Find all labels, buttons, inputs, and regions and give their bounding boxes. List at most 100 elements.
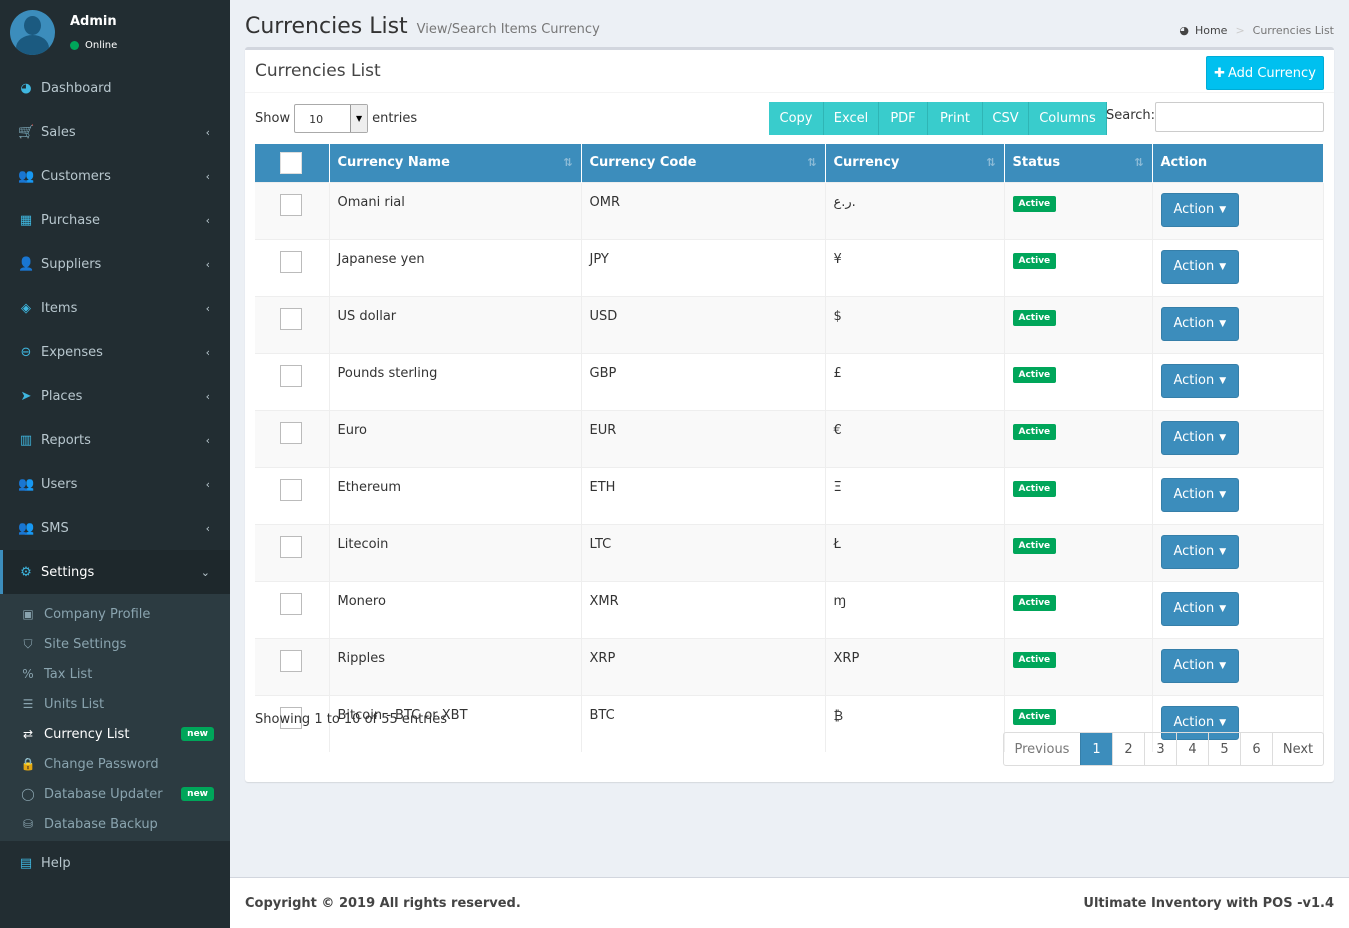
col-currency-name[interactable]: Currency Name ⇅ <box>329 144 582 182</box>
page-3-button[interactable]: 3 <box>1144 733 1176 765</box>
currency-code-cell: XRP <box>581 637 826 695</box>
col-status[interactable]: Status ⇅ <box>1004 144 1153 182</box>
sidebar-item-purchase[interactable]: ▦ Purchase ‹ <box>0 198 230 242</box>
action-dropdown-button[interactable]: Action ▼ <box>1160 363 1240 398</box>
sidebar-item-label: Tax List <box>44 666 93 682</box>
sidebar-item-places[interactable]: ➤ Places ‹ <box>0 374 230 418</box>
currency-code-cell: OMR <box>581 181 826 239</box>
caret-down-icon: ▼ <box>1219 546 1227 557</box>
table-row: Monero XMR ɱ Active Action ▼ <box>255 580 1324 638</box>
caret-down-icon: ▼ <box>1219 603 1227 614</box>
sidebar-item-tax-list[interactable]: % Tax List <box>0 659 230 689</box>
status-badge: Active <box>1012 195 1057 212</box>
entries-select[interactable]: 10 ▼ <box>294 104 369 133</box>
sidebar-item-sms[interactable]: 👥 SMS ‹ <box>0 506 230 550</box>
page-6-button[interactable]: 6 <box>1240 733 1272 765</box>
action-dropdown-button[interactable]: Action ▼ <box>1160 420 1240 455</box>
select-all-header <box>255 144 330 182</box>
page-next-button[interactable]: Next <box>1272 733 1323 765</box>
page-4-button[interactable]: 4 <box>1176 733 1208 765</box>
currency-name-cell: Pounds sterling <box>329 352 582 410</box>
action-cell: Action ▼ <box>1152 523 1324 581</box>
sidebar-item-company-profile[interactable]: ▣ Company Profile <box>0 599 230 629</box>
sidebar-item-dashboard[interactable]: ◕ Dashboard <box>0 66 230 110</box>
sidebar-item-units-list[interactable]: ☰ Units List <box>0 689 230 719</box>
action-dropdown-button[interactable]: Action ▼ <box>1160 648 1240 683</box>
sidebar-item-label: Site Settings <box>44 636 127 652</box>
status-badge: Active <box>1012 480 1057 497</box>
status-badge: Active <box>1012 651 1057 668</box>
action-dropdown-button[interactable]: Action ▼ <box>1160 477 1240 512</box>
sidebar-item-items[interactable]: ◈ Items ‹ <box>0 286 230 330</box>
action-dropdown-button[interactable]: Action ▼ <box>1160 192 1240 227</box>
table-row: Ripples XRP XRP Active Action ▼ <box>255 637 1324 695</box>
sidebar-item-suppliers[interactable]: 👤 Suppliers ‹ <box>0 242 230 286</box>
sidebar-item-label: Units List <box>44 696 105 712</box>
table-row: Pounds sterling GBP £ Active Action ▼ <box>255 352 1324 410</box>
sidebar-item-change-password[interactable]: 🔒 Change Password <box>0 749 230 779</box>
export-buttons: Copy Excel PDF Print CSV Columns <box>769 102 1107 135</box>
export-csv-button[interactable]: CSV <box>983 102 1029 135</box>
table-header-row: Currency Name ⇅ Currency Code ⇅ Currency ⇅ … <box>255 144 1324 182</box>
sidebar-item-settings[interactable]: ⚙ Settings ⌄ <box>0 550 230 594</box>
page-2-button[interactable]: 2 <box>1112 733 1144 765</box>
box-title: Currencies List <box>255 61 381 81</box>
row-checkbox[interactable] <box>280 478 302 501</box>
select-all-checkbox[interactable] <box>280 151 302 174</box>
col-currency[interactable]: Currency ⇅ <box>825 144 1005 182</box>
search-input[interactable] <box>1155 102 1324 132</box>
export-pdf-button[interactable]: PDF <box>879 102 928 135</box>
row-checkbox[interactable] <box>280 649 302 672</box>
action-dropdown-button[interactable]: Action ▼ <box>1160 591 1240 626</box>
action-cell: Action ▼ <box>1152 637 1324 695</box>
currency-name-cell: Monero <box>329 580 582 638</box>
currency-name-cell: Ripples <box>329 637 582 695</box>
add-currency-button[interactable]: ✚ Add Currency <box>1206 56 1324 90</box>
export-print-button[interactable]: Print <box>928 102 983 135</box>
row-checkbox[interactable] <box>280 307 302 330</box>
action-dropdown-button[interactable]: Action ▼ <box>1160 534 1240 569</box>
sidebar-item-users[interactable]: 👥 Users ‹ <box>0 462 230 506</box>
row-select-cell <box>255 352 330 410</box>
caret-down-icon: ▼ <box>1219 489 1227 500</box>
action-dropdown-button[interactable]: Action ▼ <box>1160 249 1240 284</box>
box-divider <box>245 92 1334 93</box>
page-1-button[interactable]: 1 <box>1080 733 1112 765</box>
chevron-left-icon: ‹ <box>205 345 210 359</box>
grid-icon: ▦ <box>19 212 33 228</box>
sidebar-item-expenses[interactable]: ⊖ Expenses ‹ <box>0 330 230 374</box>
row-checkbox[interactable] <box>280 592 302 615</box>
row-checkbox[interactable] <box>280 535 302 558</box>
export-excel-button[interactable]: Excel <box>824 102 879 135</box>
status-cell: Active <box>1004 238 1153 296</box>
sidebar-item-reports[interactable]: ▥ Reports ‹ <box>0 418 230 462</box>
sidebar-item-sales[interactable]: 🛒 Sales ‹ <box>0 110 230 154</box>
sidebar-item-currency-list[interactable]: ⇄ Currency List new <box>0 719 230 749</box>
row-checkbox[interactable] <box>280 250 302 273</box>
col-currency-code[interactable]: Currency Code ⇅ <box>581 144 826 182</box>
breadcrumb-home[interactable]: Home <box>1195 24 1227 37</box>
sidebar-item-customers[interactable]: 👥 Customers ‹ <box>0 154 230 198</box>
chevron-left-icon: ‹ <box>205 125 210 139</box>
page-5-button[interactable]: 5 <box>1208 733 1240 765</box>
content-header: Currencies List View/Search Items Curren… <box>245 14 600 39</box>
export-columns-button[interactable]: Columns <box>1029 102 1107 135</box>
table-row: Omani rial OMR ر.ع. Active Action ▼ <box>255 181 1324 239</box>
sidebar-item-database-backup[interactable]: ⛁ Database Backup <box>0 809 230 839</box>
users-icon: 👥 <box>18 168 35 184</box>
online-dot-icon <box>70 41 79 50</box>
sidebar-item-help[interactable]: ▤ Help <box>0 841 230 885</box>
page-previous-button[interactable]: Previous <box>1004 733 1080 765</box>
action-cell: Action ▼ <box>1152 295 1324 353</box>
sidebar-item-database-updater[interactable]: ◯ Database Updater new <box>0 779 230 809</box>
sidebar-item-site-settings[interactable]: ⛉ Site Settings <box>0 629 230 659</box>
action-dropdown-button[interactable]: Action ▼ <box>1160 306 1240 341</box>
row-checkbox[interactable] <box>280 421 302 444</box>
currency-symbol-cell: XRP <box>825 637 1005 695</box>
export-copy-button[interactable]: Copy <box>769 102 824 135</box>
row-checkbox[interactable] <box>280 364 302 387</box>
status-cell: Active <box>1004 295 1153 353</box>
new-badge: new <box>181 787 214 801</box>
row-checkbox[interactable] <box>280 193 302 216</box>
book-icon: ▤ <box>19 855 33 871</box>
